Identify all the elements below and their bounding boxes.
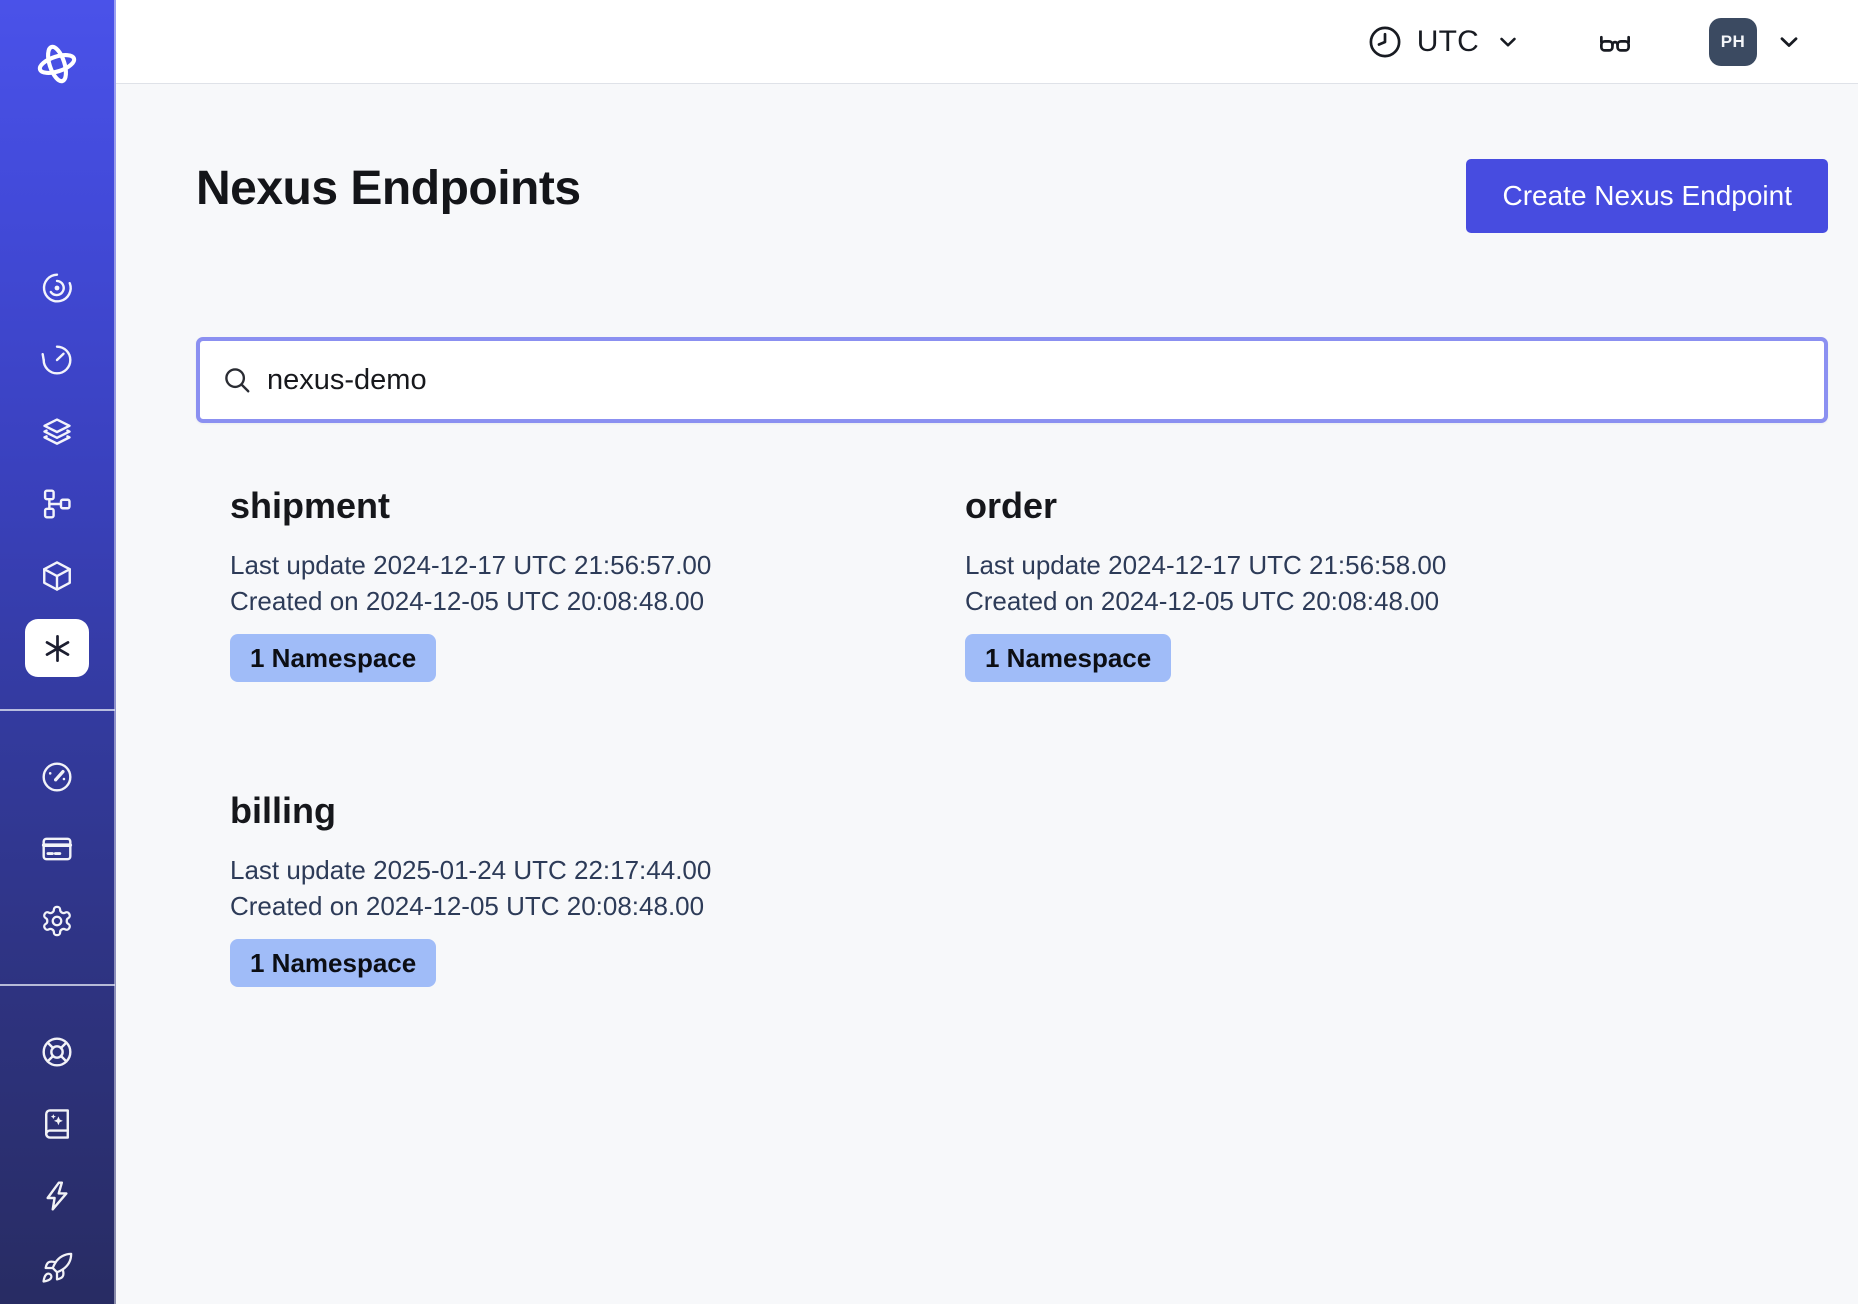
read-only-mode-button[interactable] xyxy=(1597,24,1633,60)
book-sparkles-icon xyxy=(40,1107,74,1141)
namespace-badge: 1 Namespace xyxy=(230,634,436,682)
chevron-down-icon xyxy=(1775,28,1803,56)
page-title: Nexus Endpoints xyxy=(196,160,581,218)
endpoint-name[interactable]: order xyxy=(965,485,1666,527)
timezone-selector[interactable]: UTC xyxy=(1367,24,1521,60)
sidebar-primary-nav xyxy=(0,260,114,676)
create-nexus-endpoint-button[interactable]: Create Nexus Endpoint xyxy=(1466,159,1828,233)
timer-icon xyxy=(40,343,74,377)
main-content: Nexus Endpoints Create Nexus Endpoint sh… xyxy=(116,84,1858,1304)
sidebar-item-getting-started[interactable] xyxy=(0,1240,114,1296)
credit-card-icon xyxy=(40,832,74,866)
sidebar-item-settings[interactable] xyxy=(0,893,114,949)
sidebar-item-monitor[interactable] xyxy=(0,260,114,316)
lifebuoy-icon xyxy=(40,1035,74,1069)
sidebar-item-docs[interactable] xyxy=(0,1096,114,1152)
eye-icon xyxy=(40,271,74,305)
sidebar-item-schedules[interactable] xyxy=(0,332,114,388)
chevron-down-icon xyxy=(1495,29,1521,55)
sidebar xyxy=(0,0,116,1304)
clock-icon xyxy=(1367,24,1403,60)
gear-icon xyxy=(40,904,74,938)
lightning-icon xyxy=(40,1179,74,1213)
rocket-icon xyxy=(40,1251,74,1285)
sidebar-item-feedback[interactable] xyxy=(0,1168,114,1224)
asterisk-icon xyxy=(42,633,73,664)
avatar-initials: PH xyxy=(1721,32,1746,52)
cube-icon xyxy=(40,559,74,593)
sidebar-item-billing[interactable] xyxy=(0,821,114,877)
sidebar-item-support[interactable] xyxy=(0,1024,114,1080)
endpoint-card-order[interactable]: order Last update 2024-12-17 UTC 21:56:5… xyxy=(931,485,1666,682)
timezone-label: UTC xyxy=(1417,25,1479,59)
search-input[interactable] xyxy=(267,364,1802,397)
sidebar-item-nexus[interactable] xyxy=(0,620,114,676)
gauge-icon xyxy=(40,760,74,794)
sidebar-divider xyxy=(0,984,115,986)
endpoint-last-update: Last update 2025-01-24 UTC 22:17:44.00 xyxy=(230,852,931,888)
namespace-badge: 1 Namespace xyxy=(965,634,1171,682)
sidebar-secondary-nav xyxy=(0,749,114,949)
sidebar-support-nav xyxy=(0,1024,114,1296)
page-header-row: Nexus Endpoints Create Nexus Endpoint xyxy=(196,84,1828,233)
namespace-badge: 1 Namespace xyxy=(230,939,436,987)
account-menu[interactable]: PH xyxy=(1709,18,1803,66)
endpoint-card-shipment[interactable]: shipment Last update 2024-12-17 UTC 21:5… xyxy=(196,485,931,682)
endpoint-last-update: Last update 2024-12-17 UTC 21:56:57.00 xyxy=(230,547,931,583)
sidebar-item-namespaces[interactable] xyxy=(0,404,114,460)
endpoint-name[interactable]: shipment xyxy=(230,485,931,527)
search-icon xyxy=(222,365,252,395)
avatar: PH xyxy=(1709,18,1757,66)
top-bar: UTC PH xyxy=(116,0,1858,84)
endpoint-created-on: Created on 2024-12-05 UTC 20:08:48.00 xyxy=(965,583,1666,619)
endpoint-search xyxy=(196,337,1828,423)
sidebar-item-batch[interactable] xyxy=(0,476,114,532)
sidebar-item-usage[interactable] xyxy=(0,749,114,805)
temporal-logo-icon[interactable] xyxy=(31,38,83,90)
endpoint-name[interactable]: billing xyxy=(230,790,931,832)
glasses-icon xyxy=(1597,24,1633,60)
layers-icon xyxy=(40,415,74,449)
endpoint-created-on: Created on 2024-12-05 UTC 20:08:48.00 xyxy=(230,583,931,619)
sidebar-item-deployments[interactable] xyxy=(0,548,114,604)
endpoint-card-billing[interactable]: billing Last update 2025-01-24 UTC 22:17… xyxy=(196,790,931,987)
endpoint-last-update: Last update 2024-12-17 UTC 21:56:58.00 xyxy=(965,547,1666,583)
endpoint-grid: shipment Last update 2024-12-17 UTC 21:5… xyxy=(196,485,1828,987)
sidebar-divider xyxy=(0,709,115,711)
endpoint-created-on: Created on 2024-12-05 UTC 20:08:48.00 xyxy=(230,888,931,924)
branch-icon xyxy=(40,487,74,521)
active-nav-tile xyxy=(25,619,89,677)
